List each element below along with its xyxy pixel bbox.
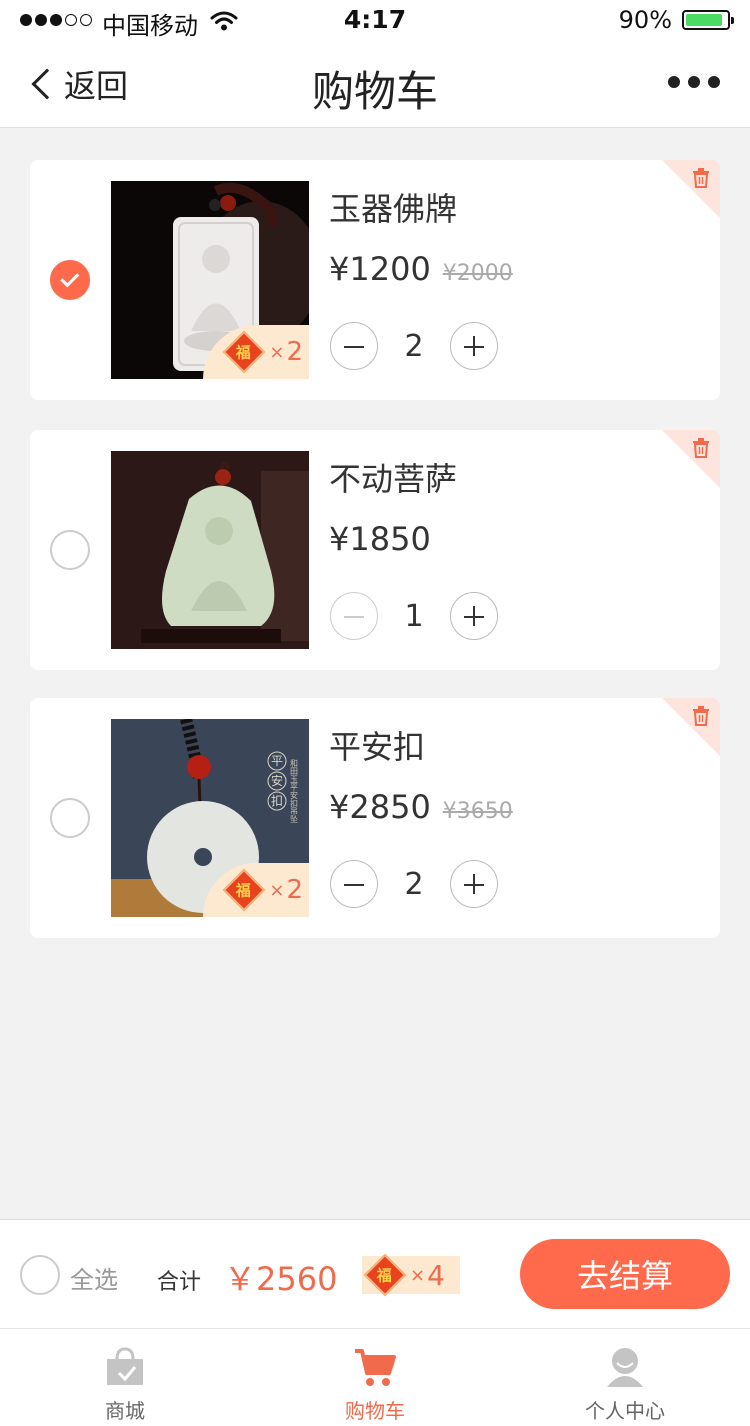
- quantity-value: 1: [404, 598, 424, 634]
- quantity-value: 2: [404, 328, 424, 364]
- tab-label: 个人中心: [585, 1399, 665, 1423]
- item-checkbox[interactable]: [50, 798, 90, 838]
- item-checkbox[interactable]: [50, 530, 90, 570]
- tab-profile[interactable]: 个人中心: [500, 1329, 750, 1426]
- total-amount: ￥2560: [224, 1260, 338, 1298]
- decrease-quantity-button[interactable]: [330, 592, 378, 640]
- quantity-stepper: 1: [330, 592, 498, 640]
- product-image[interactable]: [111, 451, 309, 649]
- increase-quantity-button[interactable]: [450, 322, 498, 370]
- quantity-stepper: 2: [330, 322, 498, 370]
- price-row: ¥1850: [329, 520, 431, 558]
- image-text-char: 扣: [271, 794, 283, 808]
- item-checkbox[interactable]: [50, 260, 90, 300]
- cart-icon: [355, 1349, 396, 1386]
- trash-icon: [693, 438, 709, 458]
- user-icon: [607, 1348, 643, 1387]
- quantity-stepper: 2: [330, 860, 498, 908]
- delete-item-button[interactable]: [660, 160, 720, 220]
- fu-total-count: 4: [427, 1258, 445, 1292]
- decrease-quantity-button[interactable]: [330, 322, 378, 370]
- navigation-bar: 返回 购物车: [0, 40, 750, 128]
- image-text-char: 安: [271, 773, 283, 788]
- cart-item: 平 安 扣 和田玉平安扣吊坠 福 × 2 平安扣 ¥2850 ¥3650 2: [30, 698, 720, 938]
- shop-bag-icon: [107, 1347, 143, 1385]
- fu-count: 2: [286, 875, 303, 905]
- fu-symbol-icon: 福: [223, 868, 266, 912]
- tab-label: 商城: [105, 1399, 145, 1423]
- trash-icon: [693, 168, 709, 188]
- fu-symbol-icon: 福: [223, 330, 266, 374]
- product-price: ¥1200: [329, 250, 431, 288]
- fu-total-badge: 福 × 4: [362, 1253, 460, 1297]
- product-price: ¥1850: [329, 520, 431, 558]
- status-bar: 中国移动 4:17 90%: [0, 0, 750, 40]
- product-image[interactable]: 福 × 2: [111, 181, 309, 379]
- cart-item: 不动菩萨 ¥1850 1: [30, 430, 720, 670]
- tab-bar: 商城 购物车 个人中心: [0, 1329, 750, 1426]
- page-title: 购物车: [311, 67, 438, 116]
- trash-icon: [693, 706, 709, 726]
- cart-item: 福 × 2 玉器佛牌 ¥1200 ¥2000 2: [30, 160, 720, 400]
- product-name[interactable]: 平安扣: [329, 722, 425, 768]
- price-row: ¥1200 ¥2000: [329, 250, 513, 288]
- product-image[interactable]: 平 安 扣 和田玉平安扣吊坠 福 × 2: [111, 719, 309, 917]
- fu-symbol-icon: 福: [363, 1253, 407, 1297]
- delete-item-button[interactable]: [660, 698, 720, 758]
- tab-cart[interactable]: 购物车: [250, 1329, 500, 1426]
- select-all-label[interactable]: 全选: [70, 1260, 118, 1295]
- image-vertical-text: 和田玉平安扣吊坠: [290, 759, 299, 823]
- increase-quantity-button[interactable]: [450, 592, 498, 640]
- checkout-button[interactable]: 去结算: [520, 1239, 730, 1309]
- original-price: ¥3650: [442, 799, 513, 824]
- image-text-char: 平: [271, 754, 283, 768]
- product-name[interactable]: 玉器佛牌: [329, 184, 457, 230]
- battery-percentage: 90%: [618, 6, 672, 34]
- increase-quantity-button[interactable]: [450, 860, 498, 908]
- tab-shop[interactable]: 商城: [0, 1329, 250, 1426]
- total-label: 合计: [157, 1270, 202, 1295]
- delete-item-button[interactable]: [660, 430, 720, 490]
- select-all-checkbox[interactable]: [20, 1255, 60, 1295]
- checkout-bar: 全选 合计 ￥2560 福 × 4 去结算: [0, 1219, 750, 1329]
- original-price: ¥2000: [442, 261, 513, 286]
- more-dots-icon: [668, 76, 680, 88]
- more-options-button[interactable]: [668, 76, 720, 88]
- decrease-quantity-button[interactable]: [330, 860, 378, 908]
- quantity-value: 2: [404, 866, 424, 902]
- tab-label: 购物车: [345, 1399, 405, 1423]
- fu-count: 2: [286, 337, 303, 367]
- product-price: ¥2850: [329, 788, 431, 826]
- product-name[interactable]: 不动菩萨: [329, 454, 457, 500]
- price-row: ¥2850 ¥3650: [329, 788, 513, 826]
- battery-icon: [682, 10, 734, 30]
